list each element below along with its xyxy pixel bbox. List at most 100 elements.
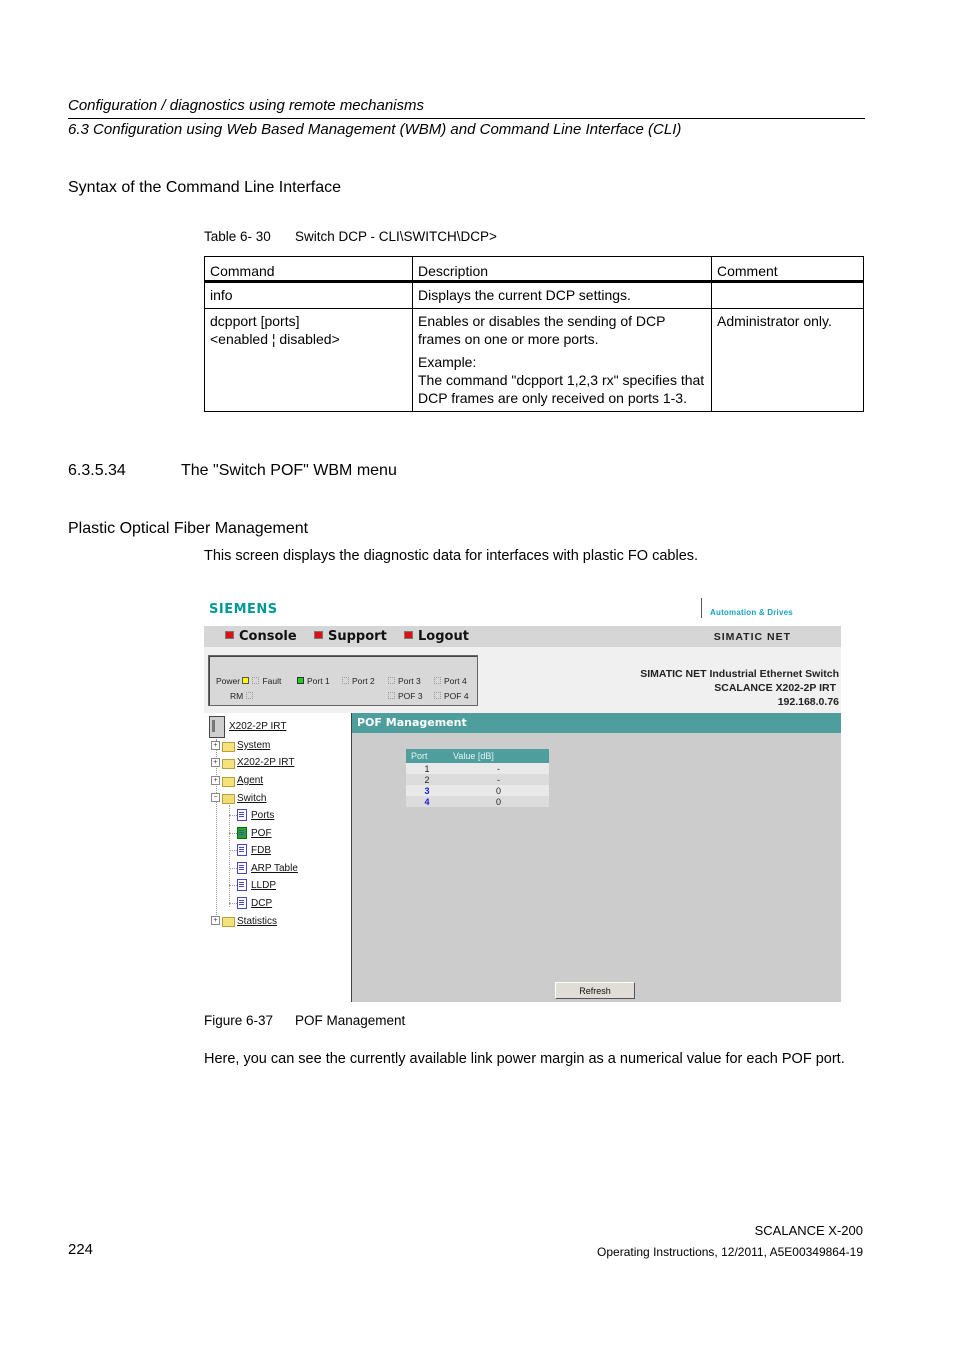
tree-item-dcp[interactable]: DCP bbox=[251, 898, 272, 909]
led-power-label: Power bbox=[216, 676, 241, 686]
device-type: SIMATIC NET Industrial Ethernet Switch bbox=[640, 668, 839, 680]
comment-cell: Administrator only. bbox=[711, 308, 864, 412]
example-label: Example: bbox=[418, 354, 477, 370]
value-cell: 0 bbox=[448, 796, 549, 807]
led-port-2-label: Port 2 bbox=[352, 676, 375, 686]
expand-plus-icon[interactable]: + bbox=[211, 916, 220, 925]
expand-plus-icon[interactable]: + bbox=[211, 741, 220, 750]
led-port-3-label: Port 3 bbox=[398, 676, 421, 686]
red-bullet-icon bbox=[404, 630, 413, 639]
active-page-icon bbox=[237, 827, 247, 839]
table-row: dcpport [ports] <enabled ¦ disabled> Ena… bbox=[204, 308, 864, 412]
led-pof-3-label: POF 3 bbox=[398, 691, 423, 701]
page-icon bbox=[237, 809, 247, 821]
tree-item-arp-table[interactable]: ARP Table bbox=[251, 863, 298, 874]
tree-item-lldp[interactable]: LLDP bbox=[251, 880, 276, 891]
status-bar: Power Fault RM Port 1 Port 2 Port 3 Port… bbox=[204, 647, 841, 713]
siemens-logo: SIEMENS bbox=[209, 602, 278, 617]
power-led-icon bbox=[242, 677, 250, 685]
led-pof-4: POF 4 bbox=[434, 691, 469, 701]
device-ip: 192.168.0.76 bbox=[777, 696, 839, 708]
cli-command-table: Command Description Comment info Display… bbox=[204, 256, 864, 412]
page-icon bbox=[237, 897, 247, 909]
command-cell: info bbox=[204, 281, 413, 309]
led-port-2: Port 2 bbox=[342, 676, 375, 686]
pof-table-header: Port Value [dB] bbox=[406, 749, 549, 763]
port-link[interactable]: 4 bbox=[406, 796, 448, 807]
menu-support[interactable]: Support bbox=[314, 629, 387, 644]
column-header-description: Description bbox=[412, 256, 712, 283]
red-bullet-icon bbox=[314, 630, 323, 639]
tree-branch bbox=[229, 868, 237, 869]
value-cell: - bbox=[448, 763, 549, 774]
tree-branch bbox=[229, 885, 237, 886]
open-folder-icon bbox=[222, 794, 235, 804]
running-header-chapter: Configuration / diagnostics using remote… bbox=[68, 97, 425, 114]
led-power: Power Fault bbox=[216, 676, 281, 686]
figure-caption-number: Figure 6-37 bbox=[204, 1013, 274, 1028]
menu-console[interactable]: Console bbox=[225, 629, 297, 644]
pof3-led-icon bbox=[388, 692, 395, 700]
device-info: SIMATIC NET Industrial Ethernet Switch S… bbox=[640, 667, 839, 709]
tree-item-switch[interactable]: Switch bbox=[237, 793, 266, 804]
tree-item-ports[interactable]: Ports bbox=[251, 810, 274, 821]
pof4-led-icon bbox=[434, 692, 441, 700]
led-port-4: Port 4 bbox=[434, 676, 467, 686]
figure-caption: Figure 6-37 POF Management bbox=[204, 1013, 405, 1028]
led-port-3: Port 3 bbox=[388, 676, 421, 686]
section-heading: 6.3.5.34 The "Switch POF" WBM menu bbox=[68, 462, 397, 480]
automation-drives-tagline: Automation & Drives bbox=[710, 608, 793, 617]
folder-icon bbox=[222, 917, 235, 927]
tree-item-system[interactable]: System bbox=[237, 740, 270, 751]
led-pof-3: POF 3 bbox=[388, 691, 423, 701]
tree-item-fdb[interactable]: FDB bbox=[251, 845, 271, 856]
menu-logout-label: Logout bbox=[418, 629, 469, 644]
syntax-heading: Syntax of the Command Line Interface bbox=[68, 179, 342, 196]
header-divider bbox=[701, 598, 702, 618]
page-icon bbox=[237, 844, 247, 856]
description-cell: Enables or disables the sending of DCP f… bbox=[412, 308, 712, 412]
led-port-1-label: Port 1 bbox=[307, 676, 330, 686]
footer-product: SCALANCE X-200 bbox=[754, 1223, 863, 1238]
content-title: POF Management bbox=[352, 713, 841, 733]
table-caption-title: Switch DCP - CLI\SWITCH\DCP> bbox=[295, 229, 497, 244]
section-title: The "Switch POF" WBM menu bbox=[181, 462, 397, 479]
pof-row: 2 - bbox=[406, 774, 549, 785]
switch-device-icon bbox=[209, 716, 225, 738]
refresh-button[interactable]: Refresh bbox=[555, 982, 635, 999]
menu-logout[interactable]: Logout bbox=[404, 629, 469, 644]
led-port-4-label: Port 4 bbox=[444, 676, 467, 686]
expand-plus-icon[interactable]: + bbox=[211, 758, 220, 767]
page-number: 224 bbox=[68, 1241, 94, 1258]
pof-row: 4 0 bbox=[406, 796, 549, 807]
page-icon bbox=[237, 879, 247, 891]
pof-row: 3 0 bbox=[406, 785, 549, 796]
wbm-screenshot: SIEMENS Automation & Drives Console Supp… bbox=[204, 596, 841, 1002]
header-rule bbox=[68, 118, 865, 119]
subheading: Plastic Optical Fiber Management bbox=[68, 520, 309, 537]
led-fault-label: Fault bbox=[262, 676, 282, 686]
expand-plus-icon[interactable]: + bbox=[211, 776, 220, 785]
tree-root-link[interactable]: X202-2P IRT bbox=[229, 721, 286, 732]
example-text: The command "dcpport 1,2,3 rx" specifies… bbox=[418, 372, 705, 406]
port4-led-icon bbox=[434, 677, 441, 685]
tree-item-pof[interactable]: POF bbox=[251, 828, 272, 839]
collapse-minus-icon[interactable]: − bbox=[211, 793, 220, 802]
pof-row: 1 - bbox=[406, 763, 549, 774]
table-header-row: Command Description Comment bbox=[204, 256, 864, 283]
folder-icon bbox=[222, 759, 235, 769]
tree-item-statistics[interactable]: Statistics bbox=[237, 916, 277, 927]
tree-branch bbox=[229, 815, 237, 816]
intro-paragraph: This screen displays the diagnostic data… bbox=[204, 548, 699, 564]
comment-cell bbox=[711, 281, 864, 309]
port-link[interactable]: 3 bbox=[406, 785, 448, 796]
command-parameters: <enabled ¦ disabled> bbox=[210, 331, 340, 347]
led-panel: Power Fault RM Port 1 Port 2 Port 3 Port… bbox=[208, 655, 478, 706]
column-header-port: Port bbox=[406, 749, 448, 763]
table-caption-number: Table 6- 30 bbox=[204, 229, 271, 244]
tree-branch bbox=[229, 850, 237, 851]
figure-caption-title: POF Management bbox=[295, 1013, 406, 1028]
tree-item-x202[interactable]: X202-2P IRT bbox=[237, 757, 294, 768]
tree-item-agent[interactable]: Agent bbox=[237, 775, 263, 786]
running-header-section: 6.3 Configuration using Web Based Manage… bbox=[68, 121, 682, 138]
